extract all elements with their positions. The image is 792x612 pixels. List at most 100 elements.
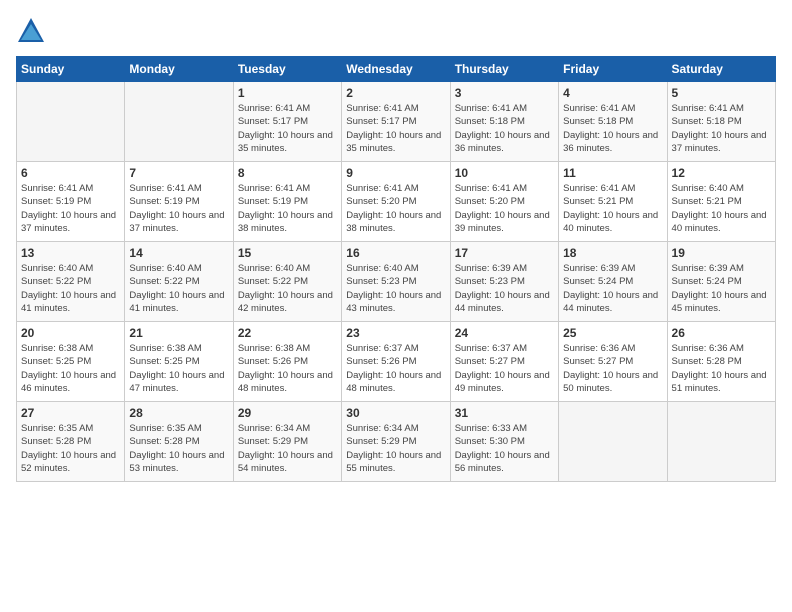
day-info: Sunrise: 6:37 AM Sunset: 5:26 PM Dayligh… xyxy=(346,342,445,395)
calendar-cell: 15 Sunrise: 6:40 AM Sunset: 5:22 PM Dayli… xyxy=(233,242,341,322)
calendar-cell: 30 Sunrise: 6:34 AM Sunset: 5:29 PM Dayli… xyxy=(342,402,450,482)
calendar-cell: 12Sunrise: 6:40 AM Sunset: 5:21 PM Dayli… xyxy=(667,162,775,242)
day-info: Sunrise: 6:41 AM Sunset: 5:17 PM Dayligh… xyxy=(346,102,445,155)
day-number: 21 xyxy=(129,326,228,340)
day-number: 2 xyxy=(346,86,445,100)
calendar-cell: 14Sunrise: 6:40 AM Sunset: 5:22 PM Dayli… xyxy=(125,242,233,322)
calendar-week-1: 1 Sunrise: 6:41 AM Sunset: 5:17 PM Daylig… xyxy=(17,82,776,162)
day-info: Sunrise: 6:40 AM Sunset: 5:22 PM Dayligh… xyxy=(238,262,337,315)
calendar-cell: 17 Sunrise: 6:39 AM Sunset: 5:23 PM Dayli… xyxy=(450,242,558,322)
day-number: 5 xyxy=(672,86,771,100)
day-info: Sunrise: 6:39 AM Sunset: 5:24 PM Dayligh… xyxy=(563,262,662,315)
day-header-saturday: Saturday xyxy=(667,57,775,82)
calendar-cell xyxy=(17,82,125,162)
calendar-cell: 28 Sunrise: 6:35 AM Sunset: 5:28 PM Dayli… xyxy=(125,402,233,482)
logo xyxy=(16,16,50,46)
day-number: 7 xyxy=(129,166,228,180)
day-info: Sunrise: 6:33 AM Sunset: 5:30 PM Dayligh… xyxy=(455,422,554,475)
day-info: Sunrise: 6:39 AM Sunset: 5:24 PM Dayligh… xyxy=(672,262,771,315)
calendar-cell: 2 Sunrise: 6:41 AM Sunset: 5:17 PM Daylig… xyxy=(342,82,450,162)
day-header-tuesday: Tuesday xyxy=(233,57,341,82)
calendar-cell: 1 Sunrise: 6:41 AM Sunset: 5:17 PM Daylig… xyxy=(233,82,341,162)
day-number: 20 xyxy=(21,326,120,340)
day-number: 9 xyxy=(346,166,445,180)
day-info: Sunrise: 6:41 AM Sunset: 5:20 PM Dayligh… xyxy=(455,182,554,235)
calendar-cell: 23 Sunrise: 6:37 AM Sunset: 5:26 PM Dayli… xyxy=(342,322,450,402)
day-number: 1 xyxy=(238,86,337,100)
day-info: Sunrise: 6:41 AM Sunset: 5:17 PM Dayligh… xyxy=(238,102,337,155)
day-number: 19 xyxy=(672,246,771,260)
day-info: Sunrise: 6:36 AM Sunset: 5:27 PM Dayligh… xyxy=(563,342,662,395)
calendar-table: SundayMondayTuesdayWednesdayThursdayFrid… xyxy=(16,56,776,482)
day-number: 8 xyxy=(238,166,337,180)
calendar-cell: 19 Sunrise: 6:39 AM Sunset: 5:24 PM Dayli… xyxy=(667,242,775,322)
day-number: 18 xyxy=(563,246,662,260)
day-number: 12 xyxy=(672,166,771,180)
day-number: 31 xyxy=(455,406,554,420)
day-info: Sunrise: 6:41 AM Sunset: 5:21 PM Dayligh… xyxy=(563,182,662,235)
day-number: 29 xyxy=(238,406,337,420)
day-header-monday: Monday xyxy=(125,57,233,82)
calendar-cell: 9 Sunrise: 6:41 AM Sunset: 5:20 PM Daylig… xyxy=(342,162,450,242)
calendar-cell: 21 Sunrise: 6:38 AM Sunset: 5:25 PM Dayli… xyxy=(125,322,233,402)
day-number: 4 xyxy=(563,86,662,100)
calendar-cell: 20 Sunrise: 6:38 AM Sunset: 5:25 PM Dayli… xyxy=(17,322,125,402)
calendar-cell: 26Sunrise: 6:36 AM Sunset: 5:28 PM Dayli… xyxy=(667,322,775,402)
day-number: 28 xyxy=(129,406,228,420)
day-info: Sunrise: 6:41 AM Sunset: 5:20 PM Dayligh… xyxy=(346,182,445,235)
calendar-cell: 3Sunrise: 6:41 AM Sunset: 5:18 PM Daylig… xyxy=(450,82,558,162)
day-header-friday: Friday xyxy=(559,57,667,82)
calendar-cell: 4 Sunrise: 6:41 AM Sunset: 5:18 PM Daylig… xyxy=(559,82,667,162)
day-number: 11 xyxy=(563,166,662,180)
day-info: Sunrise: 6:41 AM Sunset: 5:19 PM Dayligh… xyxy=(21,182,120,235)
day-number: 13 xyxy=(21,246,120,260)
day-info: Sunrise: 6:35 AM Sunset: 5:28 PM Dayligh… xyxy=(21,422,120,475)
calendar-cell xyxy=(125,82,233,162)
day-info: Sunrise: 6:37 AM Sunset: 5:27 PM Dayligh… xyxy=(455,342,554,395)
calendar-week-2: 6 Sunrise: 6:41 AM Sunset: 5:19 PM Daylig… xyxy=(17,162,776,242)
calendar-cell: 18 Sunrise: 6:39 AM Sunset: 5:24 PM Dayli… xyxy=(559,242,667,322)
day-info: Sunrise: 6:40 AM Sunset: 5:22 PM Dayligh… xyxy=(129,262,228,315)
page-header xyxy=(16,16,776,46)
calendar-cell: 8Sunrise: 6:41 AM Sunset: 5:19 PM Daylig… xyxy=(233,162,341,242)
calendar-cell: 29 Sunrise: 6:34 AM Sunset: 5:29 PM Dayli… xyxy=(233,402,341,482)
calendar-cell: 31 Sunrise: 6:33 AM Sunset: 5:30 PM Dayli… xyxy=(450,402,558,482)
calendar-cell xyxy=(559,402,667,482)
day-info: Sunrise: 6:39 AM Sunset: 5:23 PM Dayligh… xyxy=(455,262,554,315)
logo-icon xyxy=(16,16,46,46)
calendar-cell: 5 Sunrise: 6:41 AM Sunset: 5:18 PM Daylig… xyxy=(667,82,775,162)
day-number: 6 xyxy=(21,166,120,180)
calendar-week-3: 13 Sunrise: 6:40 AM Sunset: 5:22 PM Dayli… xyxy=(17,242,776,322)
calendar-cell: 25 Sunrise: 6:36 AM Sunset: 5:27 PM Dayli… xyxy=(559,322,667,402)
day-header-sunday: Sunday xyxy=(17,57,125,82)
day-number: 26 xyxy=(672,326,771,340)
calendar-cell: 13 Sunrise: 6:40 AM Sunset: 5:22 PM Dayli… xyxy=(17,242,125,322)
day-number: 25 xyxy=(563,326,662,340)
calendar-cell: 16 Sunrise: 6:40 AM Sunset: 5:23 PM Dayli… xyxy=(342,242,450,322)
day-info: Sunrise: 6:40 AM Sunset: 5:23 PM Dayligh… xyxy=(346,262,445,315)
day-number: 23 xyxy=(346,326,445,340)
calendar-cell: 27Sunrise: 6:35 AM Sunset: 5:28 PM Dayli… xyxy=(17,402,125,482)
day-info: Sunrise: 6:41 AM Sunset: 5:19 PM Dayligh… xyxy=(129,182,228,235)
calendar-cell: 11 Sunrise: 6:41 AM Sunset: 5:21 PM Dayli… xyxy=(559,162,667,242)
day-number: 10 xyxy=(455,166,554,180)
day-info: Sunrise: 6:41 AM Sunset: 5:18 PM Dayligh… xyxy=(563,102,662,155)
day-number: 15 xyxy=(238,246,337,260)
calendar-week-4: 20 Sunrise: 6:38 AM Sunset: 5:25 PM Dayli… xyxy=(17,322,776,402)
day-info: Sunrise: 6:38 AM Sunset: 5:26 PM Dayligh… xyxy=(238,342,337,395)
day-info: Sunrise: 6:41 AM Sunset: 5:18 PM Dayligh… xyxy=(455,102,554,155)
day-info: Sunrise: 6:34 AM Sunset: 5:29 PM Dayligh… xyxy=(238,422,337,475)
day-number: 30 xyxy=(346,406,445,420)
day-info: Sunrise: 6:35 AM Sunset: 5:28 PM Dayligh… xyxy=(129,422,228,475)
day-info: Sunrise: 6:38 AM Sunset: 5:25 PM Dayligh… xyxy=(21,342,120,395)
day-number: 16 xyxy=(346,246,445,260)
day-info: Sunrise: 6:34 AM Sunset: 5:29 PM Dayligh… xyxy=(346,422,445,475)
day-header-wednesday: Wednesday xyxy=(342,57,450,82)
day-number: 17 xyxy=(455,246,554,260)
day-info: Sunrise: 6:41 AM Sunset: 5:18 PM Dayligh… xyxy=(672,102,771,155)
calendar-week-5: 27Sunrise: 6:35 AM Sunset: 5:28 PM Dayli… xyxy=(17,402,776,482)
calendar-header-row: SundayMondayTuesdayWednesdayThursdayFrid… xyxy=(17,57,776,82)
day-info: Sunrise: 6:38 AM Sunset: 5:25 PM Dayligh… xyxy=(129,342,228,395)
day-info: Sunrise: 6:40 AM Sunset: 5:22 PM Dayligh… xyxy=(21,262,120,315)
calendar-cell: 6 Sunrise: 6:41 AM Sunset: 5:19 PM Daylig… xyxy=(17,162,125,242)
